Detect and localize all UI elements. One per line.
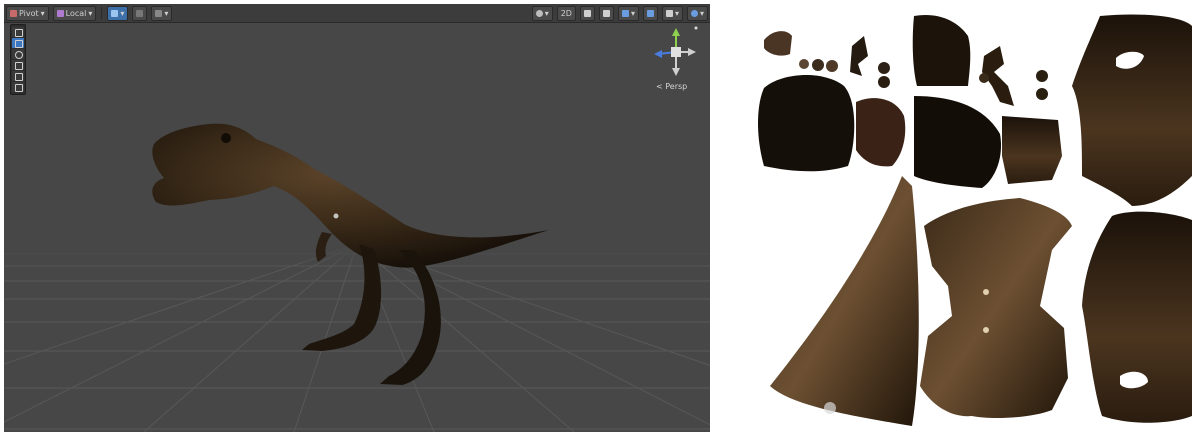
lighting-toggle-button[interactable] <box>579 5 595 21</box>
globe-icon <box>690 9 698 17</box>
effects-button[interactable]: ▾ <box>617 5 639 21</box>
rect-tool[interactable] <box>12 71 24 81</box>
transform-icon <box>15 84 23 92</box>
hand-icon <box>15 29 23 37</box>
grid-icon <box>111 9 119 17</box>
sphere-icon <box>535 9 543 17</box>
camera-button[interactable]: ▾ <box>661 5 683 21</box>
bulb-icon <box>583 9 591 17</box>
2d-toggle-button[interactable]: 2D <box>556 5 576 21</box>
chevron-down-icon: ▾ <box>164 8 169 18</box>
grid-snap-button[interactable]: ▾ <box>107 5 129 21</box>
chevron-down-icon: ▾ <box>40 8 45 18</box>
local-icon <box>56 9 64 17</box>
speaker-icon <box>602 9 610 17</box>
scene-toolbar: Pivot ▾ Local ▾ ▾ ▾ ▾ 2D ▾ ▾ ▾ <box>4 4 710 23</box>
chevron-down-icon: ▾ <box>674 8 679 18</box>
transform-tool[interactable] <box>12 82 24 92</box>
ruler-icon <box>155 9 163 17</box>
uv-shells <box>758 14 1192 426</box>
chevron-down-icon: ▾ <box>699 8 704 18</box>
scene-grid <box>4 123 710 432</box>
snap-increment-button[interactable] <box>132 5 148 21</box>
pivot-label: Pivot <box>19 8 39 18</box>
pivot-dropdown[interactable]: Pivot ▾ <box>6 5 49 21</box>
uv-texture-map <box>758 14 1192 426</box>
eye-icon <box>646 9 654 17</box>
hand-tool[interactable] <box>12 27 24 37</box>
rotate-tool[interactable] <box>12 49 24 59</box>
rect-icon <box>15 73 23 81</box>
move-tool[interactable] <box>12 38 24 48</box>
chevron-down-icon: ▾ <box>88 8 93 18</box>
axis-gizmo-icon[interactable] <box>642 22 698 82</box>
audio-toggle-button[interactable] <box>598 5 614 21</box>
scene-view[interactable]: Pivot ▾ Local ▾ ▾ ▾ ▾ 2D ▾ ▾ ▾ < Persp <box>4 4 710 432</box>
toolbar-divider <box>101 7 103 19</box>
snap-icon <box>136 9 144 17</box>
camera-icon <box>665 9 673 17</box>
effects-icon <box>621 9 629 17</box>
perspective-label[interactable]: < Persp <box>656 82 687 91</box>
tools-panel <box>10 24 26 95</box>
hidden-objects-button[interactable] <box>642 5 658 21</box>
scale-icon <box>15 62 23 70</box>
chevron-down-icon: ▾ <box>544 8 549 18</box>
rotate-icon <box>15 51 23 59</box>
2d-label: 2D <box>560 8 572 18</box>
chevron-down-icon: ▾ <box>120 8 125 18</box>
ruler-button[interactable]: ▾ <box>151 5 173 21</box>
local-label: Local <box>65 8 87 18</box>
gizmos-button[interactable]: ▾ <box>686 5 708 21</box>
scale-tool[interactable] <box>12 60 24 70</box>
move-icon <box>15 40 23 48</box>
shading-mode-button[interactable]: ▾ <box>531 5 553 21</box>
local-dropdown[interactable]: Local ▾ <box>52 5 97 21</box>
chevron-down-icon: ▾ <box>630 8 635 18</box>
pivot-icon <box>10 9 17 17</box>
